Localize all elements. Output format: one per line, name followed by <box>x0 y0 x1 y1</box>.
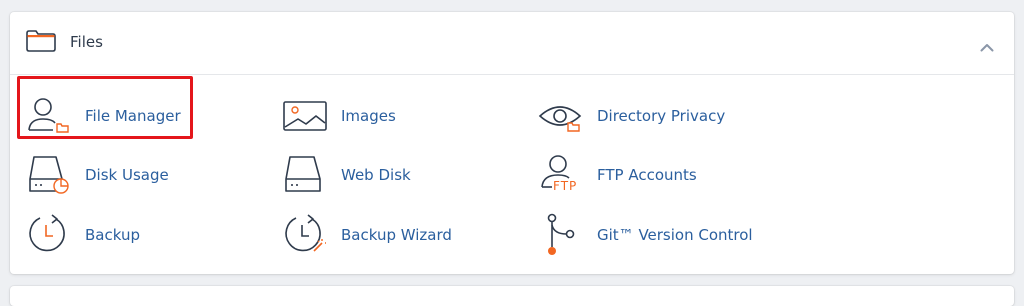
ftp-icon-text: FTP <box>553 179 578 193</box>
backup-icon <box>26 213 72 257</box>
images-label: Images <box>341 107 396 125</box>
backup-link[interactable]: Backup <box>26 213 140 257</box>
web-disk-link[interactable]: Web Disk <box>282 153 411 197</box>
chevron-up-icon[interactable] <box>980 37 994 56</box>
file-manager-icon <box>26 94 72 138</box>
ftp-accounts-icon: FTP <box>538 153 584 197</box>
disk-usage-icon <box>26 153 72 197</box>
next-panel <box>10 286 1014 306</box>
backup-wizard-icon <box>282 213 328 257</box>
images-icon <box>282 94 328 138</box>
git-version-control-link[interactable]: Git™ Version Control <box>538 213 753 257</box>
directory-privacy-link[interactable]: Directory Privacy <box>538 94 725 138</box>
directory-privacy-label: Directory Privacy <box>597 107 726 125</box>
web-disk-label: Web Disk <box>341 166 411 184</box>
files-panel: Files File Manager Images Directory Priv… <box>10 12 1014 274</box>
section-title: Files <box>70 33 103 51</box>
directory-privacy-icon <box>538 94 584 138</box>
disk-usage-link[interactable]: Disk Usage <box>26 153 169 197</box>
images-link[interactable]: Images <box>282 94 396 138</box>
files-panel-header[interactable]: Files <box>10 12 1014 75</box>
backup-wizard-link[interactable]: Backup Wizard <box>282 213 452 257</box>
backup-wizard-label: Backup Wizard <box>341 226 452 244</box>
file-manager-label: File Manager <box>85 107 181 125</box>
web-disk-icon <box>282 153 328 197</box>
folder-icon <box>26 30 56 56</box>
file-manager-link[interactable]: File Manager <box>26 94 181 138</box>
git-version-control-icon <box>538 213 584 257</box>
backup-label: Backup <box>85 226 140 244</box>
disk-usage-label: Disk Usage <box>85 166 169 184</box>
git-version-control-label: Git™ Version Control <box>597 226 753 244</box>
ftp-accounts-label: FTP Accounts <box>597 166 697 184</box>
ftp-accounts-link[interactable]: FTP FTP Accounts <box>538 153 697 197</box>
